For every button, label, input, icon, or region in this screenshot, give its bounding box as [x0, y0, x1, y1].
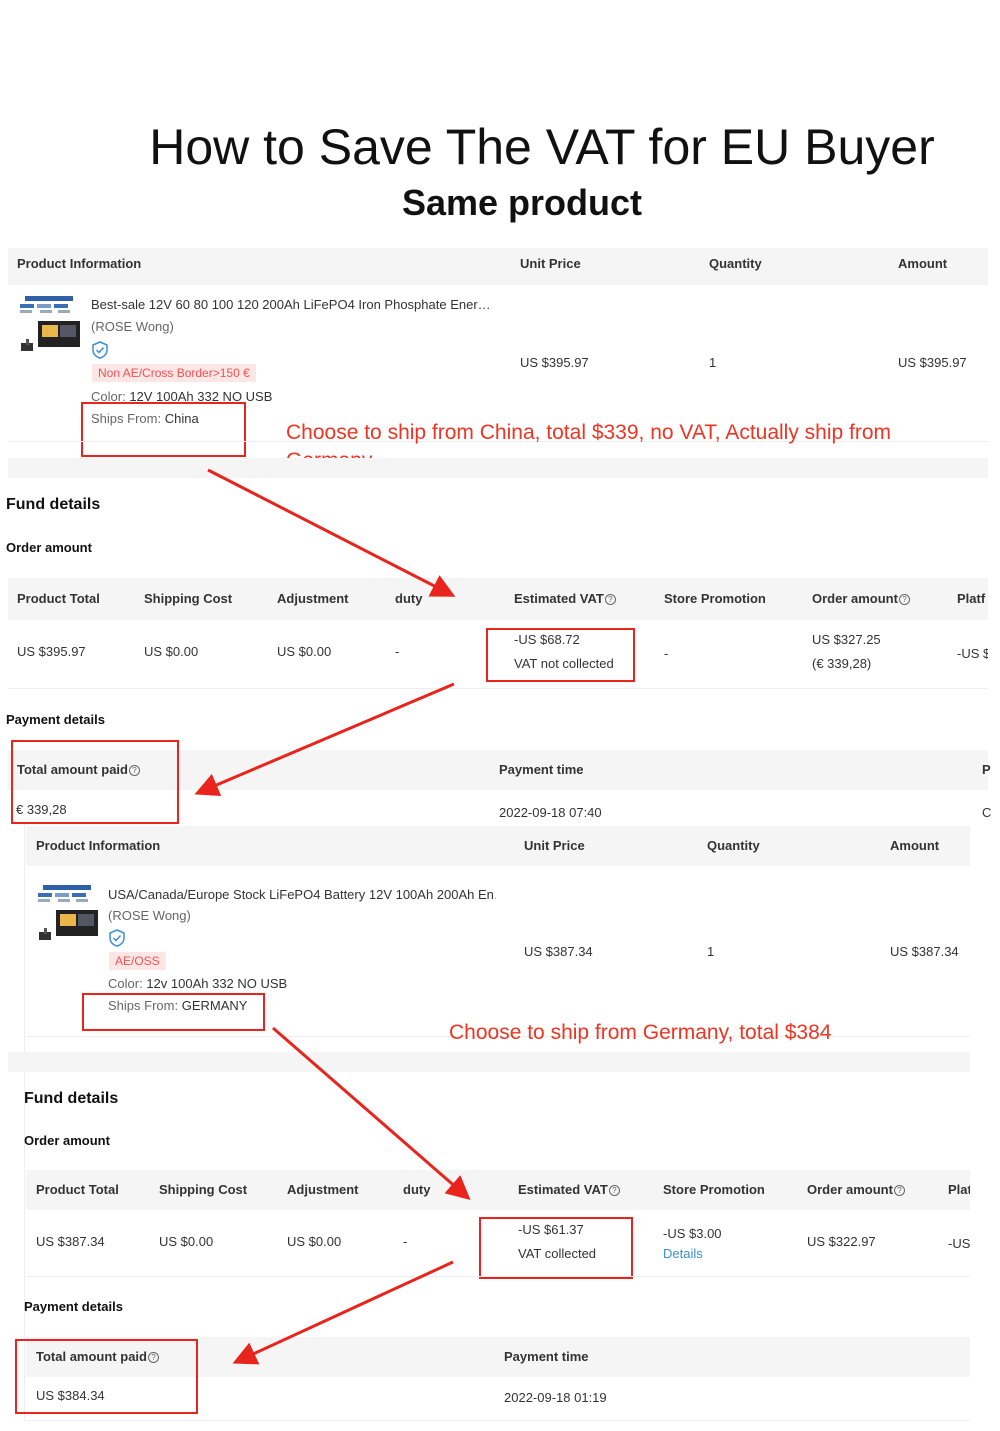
arrow-1: [207, 468, 456, 597]
arrow-3: [272, 1026, 471, 1200]
annotation-arrows: [194, 468, 471, 1365]
arrow-4: [232, 1260, 454, 1365]
arrow-2: [194, 682, 455, 796]
